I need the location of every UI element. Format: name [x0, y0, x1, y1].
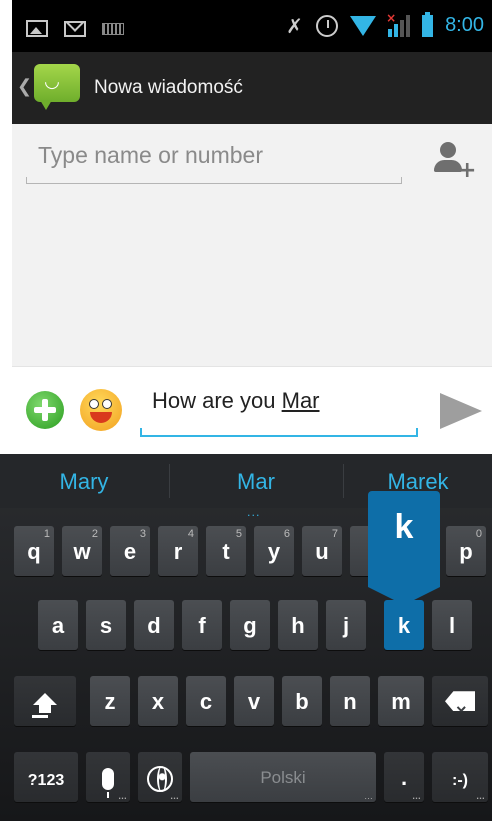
status-time: 8:00	[445, 14, 484, 36]
key-label: .	[400, 765, 408, 790]
key-n[interactable]: n	[330, 676, 370, 726]
add-attachment-icon[interactable]	[26, 391, 64, 429]
key-period[interactable]: .…	[384, 752, 424, 802]
key-y[interactable]: y6	[254, 526, 294, 576]
recipient-area: Type name or number +	[12, 124, 492, 366]
key-h[interactable]: h	[278, 600, 318, 650]
gmail-icon	[64, 20, 86, 37]
key-label: e	[123, 539, 137, 564]
smiley-icon[interactable]	[80, 389, 122, 431]
chevron-left-icon[interactable]: ❮	[17, 76, 32, 97]
add-contact-icon[interactable]: +	[434, 140, 476, 183]
recipient-placeholder: Type name or number	[38, 142, 264, 168]
key-label: :-)	[452, 772, 468, 789]
key-label: t	[222, 539, 230, 564]
shift-icon	[33, 693, 57, 714]
key-hint: 4	[187, 528, 194, 540]
mute-icon: ✗	[286, 13, 303, 38]
signal-icon: ×	[386, 11, 411, 37]
key-m[interactable]: m	[378, 676, 424, 726]
battery-icon	[422, 11, 434, 37]
more-suggestions-indicator: ...	[247, 506, 261, 519]
key-smiley[interactable]: :-)…	[432, 752, 488, 802]
action-bar: ❮ ◡ Nowa wiadomość	[12, 52, 492, 124]
globe-icon	[147, 766, 173, 793]
space-label: Polski	[260, 768, 306, 787]
messaging-app-icon[interactable]: ◡	[34, 64, 80, 110]
keyboard-icon	[102, 22, 124, 35]
key-l[interactable]: l	[432, 600, 472, 650]
key-preview-popup: k	[368, 491, 440, 605]
compose-bar: How are you Mar	[12, 366, 492, 454]
wifi-icon	[350, 15, 377, 36]
key-label: y	[267, 539, 281, 564]
composing-word: Mar	[281, 388, 320, 413]
picture-icon	[26, 20, 48, 37]
send-icon[interactable]	[440, 393, 482, 429]
microphone-icon	[102, 768, 114, 799]
key-hint: 7	[331, 528, 338, 540]
key-g[interactable]: g	[230, 600, 270, 650]
key-b[interactable]: b	[282, 676, 322, 726]
key-d[interactable]: d	[134, 600, 174, 650]
recipient-input[interactable]: Type name or number	[26, 138, 402, 184]
key-voice[interactable]: …	[86, 752, 130, 802]
key-j[interactable]: j	[326, 600, 366, 650]
key-t[interactable]: t5	[206, 526, 246, 576]
key-p[interactable]: p0	[446, 526, 486, 576]
key-label: w	[73, 539, 91, 564]
key-hint: 0	[475, 528, 482, 540]
message-input[interactable]: How are you Mar	[140, 385, 418, 437]
key-shift[interactable]	[14, 676, 76, 726]
backspace-icon	[445, 691, 475, 712]
key-s[interactable]: s	[86, 600, 126, 650]
key-hint: 2	[91, 528, 98, 540]
key-z[interactable]: z	[90, 676, 130, 726]
key-e[interactable]: e3	[110, 526, 150, 576]
key-a[interactable]: a	[38, 600, 78, 650]
status-bar: ✗ × 8:00	[12, 0, 492, 52]
key-x[interactable]: x	[138, 676, 178, 726]
key-space[interactable]: Polski…	[190, 752, 376, 802]
page-title: Nowa wiadomość	[94, 77, 243, 98]
message-text: How are you	[152, 388, 282, 413]
alarm-icon	[316, 14, 339, 37]
left-edge	[0, 0, 12, 390]
key-c[interactable]: c	[186, 676, 226, 726]
key-hint: 6	[283, 528, 290, 540]
key-hint: 3	[139, 528, 146, 540]
key-label: q	[27, 539, 41, 564]
key-hint: 5	[235, 528, 242, 540]
key-label: ?123	[27, 772, 65, 789]
suggestion-2[interactable]: Mar	[170, 454, 342, 508]
key-symbols[interactable]: ?123	[14, 752, 78, 802]
suggestion-1[interactable]: Mary	[0, 454, 168, 508]
key-q[interactable]: q1	[14, 526, 54, 576]
key-w[interactable]: w2	[62, 526, 102, 576]
key-k[interactable]: k	[384, 600, 424, 650]
key-hint: 1	[43, 528, 50, 540]
key-backspace[interactable]	[432, 676, 488, 726]
key-f[interactable]: f	[182, 600, 222, 650]
key-language[interactable]: …	[138, 752, 182, 802]
key-label: p	[459, 539, 473, 564]
key-label: r	[173, 539, 183, 564]
key-v[interactable]: v	[234, 676, 274, 726]
key-r[interactable]: r4	[158, 526, 198, 576]
key-label: u	[315, 539, 329, 564]
key-u[interactable]: u7	[302, 526, 342, 576]
keyboard: Mary Mar Marek ... q1 w2 e3 r4 t5 y6 u7 …	[0, 454, 492, 821]
